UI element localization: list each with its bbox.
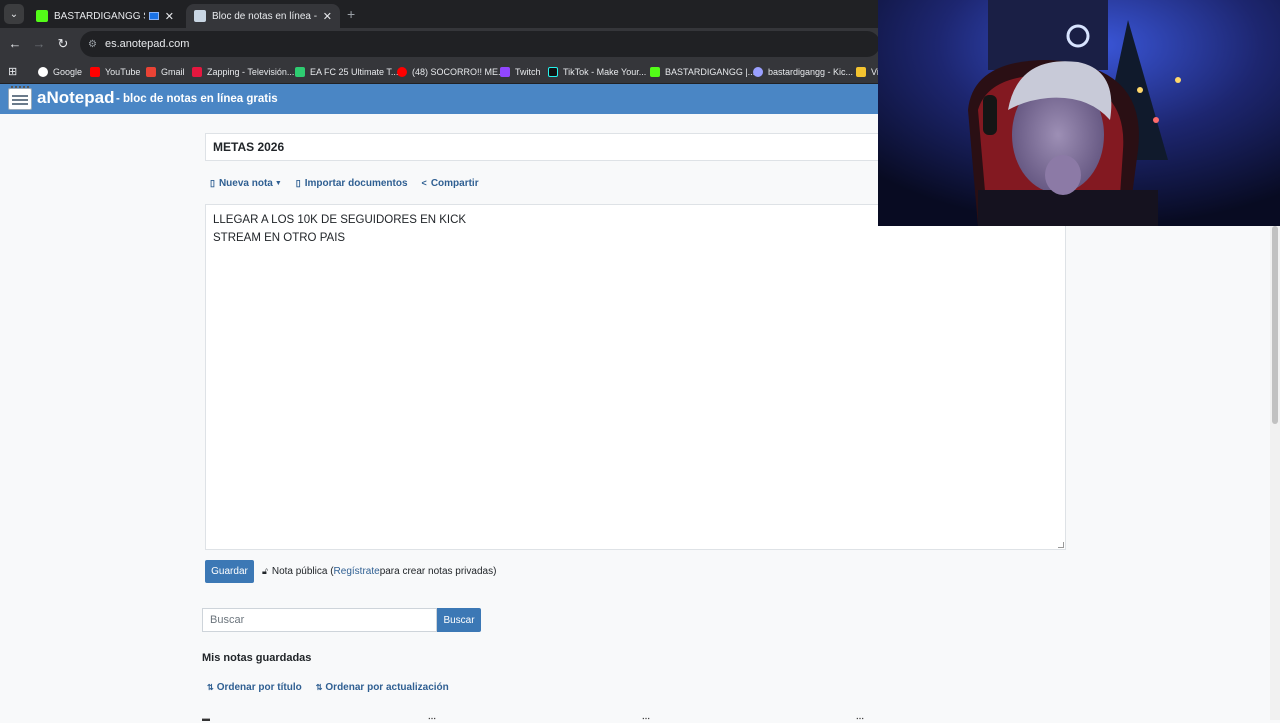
bookmark-ea-fc[interactable]: EA FC 25 Ultimate T... <box>295 64 398 80</box>
save-button[interactable]: Guardar <box>205 560 254 583</box>
unlock-icon: 🔓︎ <box>262 566 268 576</box>
resize-handle-icon[interactable] <box>1058 542 1064 548</box>
tab-title: Bloc de notas en línea - Toma y <box>212 10 317 22</box>
close-tab-icon[interactable]: ✕ <box>323 10 332 23</box>
saved-notes-heading: Mis notas guardadas <box>202 652 312 664</box>
bookmark-vi[interactable]: Vi <box>856 64 879 80</box>
note-actions: ▯ Nueva nota ▼ ▯ Importar documentos < C… <box>210 176 493 190</box>
tiktok-icon <box>548 67 558 77</box>
register-link[interactable]: Regístrate <box>334 566 380 577</box>
twitch-icon <box>500 67 510 77</box>
reload-icon[interactable]: ↻ <box>55 36 71 52</box>
scrollbar-thumb[interactable] <box>1272 226 1278 424</box>
new-note-dropdown[interactable]: ▯ Nueva nota ▼ <box>210 178 282 189</box>
tab-kick-stream[interactable]: BASTARDIGANGG Stream - ✕ <box>28 4 182 28</box>
saved-notes-list: ▬ ⋯ ⋯ ⋯ <box>202 714 902 723</box>
bookmark-gmail[interactable]: Gmail <box>146 64 185 80</box>
share-link[interactable]: < Compartir <box>422 178 479 189</box>
bookmark-tiktok[interactable]: TikTok - Make Your... <box>548 64 646 80</box>
bookmark-label: TikTok - Make Your... <box>563 67 647 77</box>
sort-by-title-label: Ordenar por título <box>216 682 302 693</box>
kick-icon <box>36 10 48 22</box>
document-icon: ▯ <box>295 177 301 188</box>
search-button[interactable]: Buscar <box>437 608 481 632</box>
anotepad-favicon <box>194 10 206 22</box>
media-playing-icon <box>148 12 159 20</box>
visibility-prefix: Nota pública ( <box>271 566 334 577</box>
new-note-label: Nueva nota <box>218 177 273 189</box>
more-options-icon[interactable]: ⋯ <box>642 714 650 723</box>
bookmark-label: Google <box>53 67 83 77</box>
search-input[interactable] <box>202 608 437 632</box>
page-scrollbar[interactable] <box>1270 226 1280 720</box>
bookmark-label: bastardigangg - Kic... <box>768 67 854 77</box>
new-note-icon: ▯ <box>210 177 215 188</box>
address-bar[interactable]: ⚙ es.anotepad.com <box>80 31 880 57</box>
address-url: es.anotepad.com <box>104 38 190 50</box>
kick-icon <box>650 67 660 77</box>
tab-title: BASTARDIGANGG Stream - <box>54 10 145 22</box>
vi-icon <box>856 67 866 77</box>
site-brand[interactable]: aNotepad <box>37 88 114 108</box>
site-tagline: - bloc de notas en línea gratis <box>116 93 278 105</box>
import-label: Importar documentos <box>304 177 408 189</box>
bookmark-kick-bastardigangg[interactable]: BASTARDIGANGG |... <box>650 64 755 80</box>
sort-icon: ⇅ <box>315 683 323 692</box>
visibility-suffix: para crear notas privadas) <box>379 566 497 577</box>
bookmark-label: Twitch <box>515 67 541 77</box>
bookmark-youtube[interactable]: YouTube <box>90 64 140 80</box>
google-icon <box>38 67 48 77</box>
bookmark-label: YouTube <box>105 67 141 77</box>
sort-icon: ⇅ <box>207 683 214 692</box>
close-tab-icon[interactable]: ✕ <box>165 10 174 23</box>
folder-icon: ▬ <box>202 714 210 723</box>
bookmark-twitch[interactable]: Twitch <box>500 64 541 80</box>
bookmark-label: EA FC 25 Ultimate T... <box>310 67 399 77</box>
more-options-icon[interactable]: ⋯ <box>856 714 864 723</box>
sort-options: ⇅ Ordenar por título ⇅ Ordenar por actua… <box>207 682 463 693</box>
ea-fc-icon <box>295 67 305 77</box>
back-arrow-icon[interactable]: ← <box>7 36 23 51</box>
bookmark-kick-bastardigangg-2[interactable]: bastardigangg - Kic... <box>753 64 853 80</box>
sort-by-update-link[interactable]: ⇅ Ordenar por actualización <box>316 682 449 693</box>
forward-arrow-icon[interactable]: → <box>31 36 47 51</box>
tab-anotepad[interactable]: Bloc de notas en línea - Toma y ✕ <box>186 4 340 28</box>
note-content-textarea[interactable]: LLEGAR A LOS 10K DE SEGUIDORES EN KICK S… <box>205 204 1066 550</box>
bookmark-label: BASTARDIGANGG |... <box>665 67 756 77</box>
gmail-icon <box>146 67 156 77</box>
webcam-feed-image <box>878 0 1280 226</box>
webcam-overlay <box>878 0 1280 226</box>
note-line: STREAM EN OTRO PAIS <box>213 232 346 244</box>
bookmark-label: Gmail <box>161 67 185 77</box>
bookmark-label: Zapping - Televisión... <box>207 67 295 77</box>
sort-by-title-link[interactable]: ⇅ Ordenar por título <box>207 682 302 693</box>
bookmark-google[interactable]: Google <box>38 64 82 80</box>
youtube-icon <box>397 67 407 77</box>
chevron-down-icon: ▼ <box>274 179 282 187</box>
sort-by-update-label: Ordenar por actualización <box>325 682 449 693</box>
tab-search-icon[interactable]: ⌄ <box>4 4 24 24</box>
zapping-icon <box>192 67 202 77</box>
notepad-logo-icon[interactable] <box>8 86 32 110</box>
more-options-icon[interactable]: ⋯ <box>428 714 436 723</box>
import-documents-link[interactable]: ▯ Importar documentos <box>296 178 408 189</box>
apps-grid-icon[interactable]: ⊞ <box>8 65 17 78</box>
bookmark-label: (48) SOCORRO!! ME... <box>412 67 506 77</box>
note-visibility: 🔓︎ Nota pública ( Regístrate para crear … <box>262 566 496 577</box>
bookmark-zapping[interactable]: Zapping - Televisión... <box>192 64 294 80</box>
youtube-icon <box>90 67 100 77</box>
site-info-icon[interactable]: ⚙ <box>88 39 97 50</box>
share-label: Compartir <box>430 177 479 189</box>
share-icon: < <box>421 178 427 188</box>
spiral-icon <box>753 67 763 77</box>
new-tab-button[interactable]: + <box>347 6 355 22</box>
bookmark-youtube-video[interactable]: (48) SOCORRO!! ME... <box>397 64 506 80</box>
